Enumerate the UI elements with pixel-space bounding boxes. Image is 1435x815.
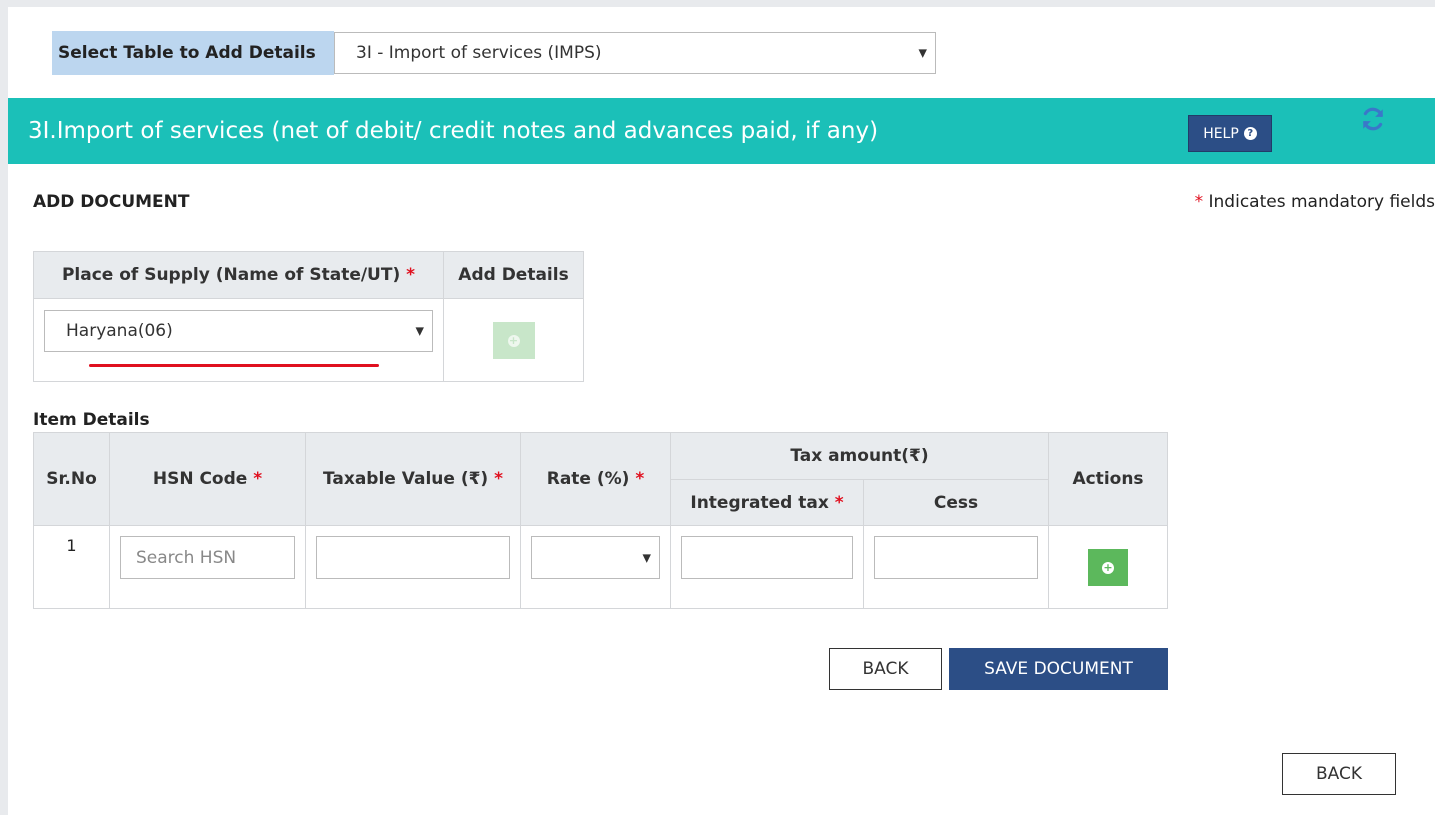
- help-button[interactable]: HELP ?: [1188, 115, 1272, 152]
- place-of-supply-header-label: Place of Supply (Name of State/UT): [61, 265, 401, 285]
- select-table-value: 3I - Import of services (IMPS): [356, 43, 602, 63]
- caret-down-icon: ▼: [642, 551, 651, 564]
- plus-circle-icon: +: [507, 334, 520, 347]
- header-hsn-code: HSN Code *: [109, 432, 306, 526]
- select-table-label: Select Table to Add Details: [52, 31, 334, 75]
- add-item-button[interactable]: +: [1088, 549, 1128, 586]
- add-document-title: ADD DOCUMENT: [33, 192, 190, 212]
- back-button[interactable]: BACK: [829, 648, 942, 690]
- place-of-supply-dropdown[interactable]: Haryana(06) ▼: [44, 310, 433, 352]
- taxable-value-input[interactable]: [316, 536, 510, 579]
- header-rate: Rate (%) *: [520, 432, 671, 526]
- annotation-underline: [89, 364, 379, 367]
- taxable-value-cell: [305, 525, 521, 609]
- header-actions: Actions: [1048, 432, 1168, 526]
- header-integrated-tax: Integrated tax *: [670, 479, 864, 526]
- help-label: HELP: [1203, 125, 1239, 142]
- rate-dropdown[interactable]: ▼: [531, 536, 660, 579]
- refresh-icon[interactable]: [1360, 106, 1386, 132]
- cess-cell: [863, 525, 1049, 609]
- item-details-title: Item Details: [33, 410, 150, 430]
- required-star: *: [1194, 192, 1204, 212]
- table-row: 1 Search HSN ▼ +: [33, 525, 1168, 609]
- header-rate-label: Rate (%): [546, 469, 630, 489]
- actions-cell: +: [1048, 525, 1168, 609]
- required-star: *: [834, 492, 844, 513]
- question-circle-icon: ?: [1243, 127, 1257, 140]
- place-of-supply-header: Place of Supply (Name of State/UT) *: [33, 251, 444, 299]
- plus-circle-icon: +: [1102, 561, 1114, 574]
- save-document-button[interactable]: SAVE DOCUMENT: [949, 648, 1168, 690]
- required-star: *: [406, 265, 416, 285]
- required-star: *: [494, 469, 503, 489]
- section-header: 3I.Import of services (net of debit/ cre…: [8, 98, 1435, 164]
- page: Select Table to Add Details 3I - Import …: [8, 7, 1435, 815]
- mandatory-note-text: Indicates mandatory fields: [1208, 192, 1435, 212]
- header-taxable-label: Taxable Value (₹): [322, 469, 489, 489]
- mandatory-note: * Indicates mandatory fields: [1195, 192, 1435, 212]
- hsn-search-input[interactable]: Search HSN: [120, 536, 295, 579]
- rate-cell: ▼: [520, 525, 671, 609]
- item-details-table: Sr.No HSN Code * Taxable Value (₹) * Rat…: [33, 432, 1168, 609]
- add-details-button[interactable]: +: [492, 322, 535, 359]
- header-hsn-label: HSN Code: [152, 469, 248, 489]
- select-table-dropdown[interactable]: 3I - Import of services (IMPS) ▼: [334, 32, 936, 74]
- cess-input[interactable]: [874, 536, 1038, 579]
- hsn-cell: Search HSN: [109, 525, 306, 609]
- header-integrated-label: Integrated tax: [690, 492, 829, 513]
- hsn-placeholder: Search HSN: [136, 547, 237, 568]
- integrated-tax-input[interactable]: [681, 536, 853, 579]
- caret-down-icon: ▼: [918, 46, 927, 60]
- header-cess: Cess: [863, 479, 1049, 526]
- place-of-supply-cell: Haryana(06) ▼: [33, 298, 444, 382]
- integrated-tax-cell: [670, 525, 864, 609]
- required-star: *: [635, 469, 645, 489]
- page-back-button[interactable]: BACK: [1282, 753, 1396, 795]
- caret-down-icon: ▼: [415, 324, 424, 338]
- add-details-cell: +: [443, 298, 584, 382]
- required-star: *: [253, 469, 263, 489]
- add-details-header: Add Details: [443, 251, 584, 299]
- place-of-supply-value: Haryana(06): [66, 321, 173, 341]
- sr-no-cell: 1: [33, 525, 110, 609]
- place-of-supply-table: Place of Supply (Name of State/UT) * Add…: [33, 251, 584, 382]
- header-taxable-value: Taxable Value (₹) *: [305, 432, 521, 526]
- header-tax-amount: Tax amount(₹): [670, 432, 1049, 480]
- section-title: 3I.Import of services (net of debit/ cre…: [28, 118, 879, 144]
- header-sr-no: Sr.No: [33, 432, 110, 526]
